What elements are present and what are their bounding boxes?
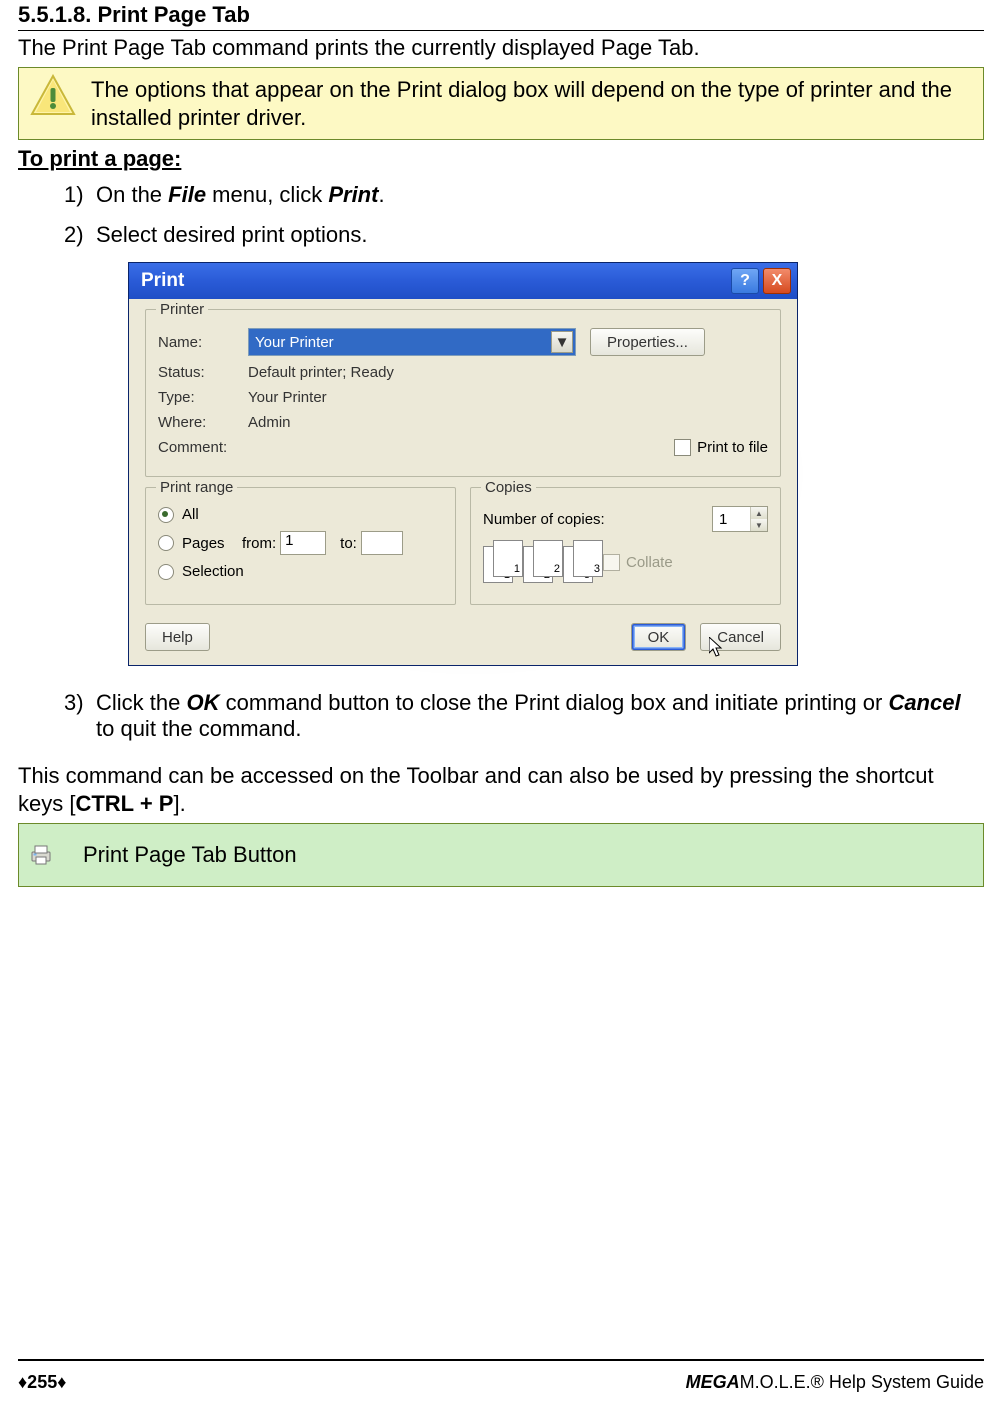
- printer-name-combo[interactable]: Your Printer ▼: [248, 328, 576, 356]
- file-menu-ref: File: [168, 182, 206, 207]
- range-all-radio[interactable]: [158, 507, 174, 523]
- print-dialog: Print ? X Printer Name: Your Printer ▼ P…: [128, 262, 798, 666]
- text: .: [378, 182, 384, 207]
- from-label: from:: [242, 535, 276, 552]
- help-button[interactable]: Help: [145, 623, 210, 651]
- toolbar-button-box: Print Page Tab Button: [18, 823, 984, 887]
- where-value: Admin: [248, 414, 291, 431]
- spinner-down-icon[interactable]: ▼: [751, 519, 767, 531]
- spinner-up-icon[interactable]: ▲: [751, 507, 767, 519]
- ok-button[interactable]: OK: [631, 623, 687, 651]
- page-number: ♦255♦: [18, 1372, 66, 1393]
- status-value: Default printer; Ready: [248, 364, 394, 381]
- note-text: The options that appear on the Print dia…: [81, 72, 973, 135]
- collate-graphic: 1 1 2 2 3 3: [483, 540, 603, 584]
- num-copies-value: 1: [719, 511, 727, 528]
- text: menu, click: [206, 182, 328, 207]
- num-copies-label: Number of copies:: [483, 511, 712, 528]
- num-copies-spinner[interactable]: 1 ▲▼: [712, 506, 768, 532]
- print-to-file-checkbox[interactable]: [674, 439, 691, 456]
- group-legend: Printer: [156, 301, 208, 318]
- titlebar-close-button[interactable]: X: [763, 268, 791, 294]
- step-2: 2) Select desired print options.: [64, 222, 984, 248]
- group-legend: Copies: [481, 479, 536, 496]
- print-command-ref: Print: [328, 182, 378, 207]
- printer-name-value: Your Printer: [255, 334, 334, 351]
- range-selection-radio[interactable]: [158, 564, 174, 580]
- status-label: Status:: [158, 364, 248, 381]
- howto-heading: To print a page:: [18, 146, 984, 172]
- text: to quit the command.: [96, 716, 301, 741]
- footer-rule: [18, 1359, 984, 1361]
- step-number: 3): [64, 690, 96, 742]
- shortcut-paragraph: This command can be accessed on the Tool…: [18, 762, 984, 817]
- ok-ref: OK: [186, 690, 219, 715]
- dropdown-arrow-icon[interactable]: ▼: [551, 331, 573, 353]
- printer-group: Printer Name: Your Printer ▼ Properties.…: [145, 309, 781, 477]
- print-to-file-label: Print to file: [697, 439, 768, 456]
- text: On the: [96, 182, 168, 207]
- collate-checkbox[interactable]: [603, 554, 620, 571]
- range-all-label: All: [182, 506, 199, 523]
- type-label: Type:: [158, 389, 248, 406]
- cancel-button[interactable]: Cancel: [700, 623, 781, 651]
- guide-title: MEGAM.O.L.E.® Help System Guide: [686, 1372, 984, 1393]
- step-3: 3) Click the OK command button to close …: [64, 690, 984, 742]
- print-dialog-figure: Print ? X Printer Name: Your Printer ▼ P…: [128, 262, 798, 666]
- range-pages-radio[interactable]: [158, 535, 174, 551]
- page-footer: ♦255♦ MEGAM.O.L.E.® Help System Guide: [18, 1372, 984, 1393]
- step-1: 1) On the File menu, click Print.: [64, 182, 984, 208]
- print-range-group: Print range All Pages from: 1 to:: [145, 487, 456, 605]
- collate-label: Collate: [626, 554, 673, 571]
- name-label: Name:: [158, 334, 248, 351]
- titlebar-help-button[interactable]: ?: [731, 268, 759, 294]
- type-value: Your Printer: [248, 389, 327, 406]
- range-pages-label: Pages: [182, 535, 242, 552]
- step-number: 2): [64, 222, 96, 248]
- step-number: 1): [64, 182, 96, 208]
- cancel-ref: Cancel: [888, 690, 960, 715]
- printer-icon: [29, 844, 69, 866]
- group-legend: Print range: [156, 479, 237, 496]
- text: Click the: [96, 690, 186, 715]
- dialog-titlebar: Print ? X: [129, 263, 797, 299]
- text: command button to close the Print dialog…: [219, 690, 888, 715]
- from-input[interactable]: 1: [280, 531, 326, 555]
- comment-label: Comment:: [158, 439, 248, 456]
- to-input[interactable]: [361, 531, 403, 555]
- intro-paragraph: The Print Page Tab command prints the cu…: [18, 35, 984, 61]
- copies-group: Copies Number of copies: 1 ▲▼ 1 1: [470, 487, 781, 605]
- heading-rule: [18, 30, 984, 31]
- where-label: Where:: [158, 414, 248, 431]
- shortcut-key: CTRL + P: [75, 791, 173, 816]
- text: Select desired print options.: [96, 222, 984, 248]
- note-box: The options that appear on the Print dia…: [18, 67, 984, 140]
- dialog-title: Print: [141, 270, 184, 292]
- to-label: to:: [340, 535, 357, 552]
- range-selection-label: Selection: [182, 563, 244, 580]
- toolbar-button-label: Print Page Tab Button: [69, 842, 297, 868]
- properties-button[interactable]: Properties...: [590, 328, 705, 356]
- section-heading: 5.5.1.8. Print Page Tab: [18, 2, 984, 28]
- warning-icon: [25, 72, 81, 116]
